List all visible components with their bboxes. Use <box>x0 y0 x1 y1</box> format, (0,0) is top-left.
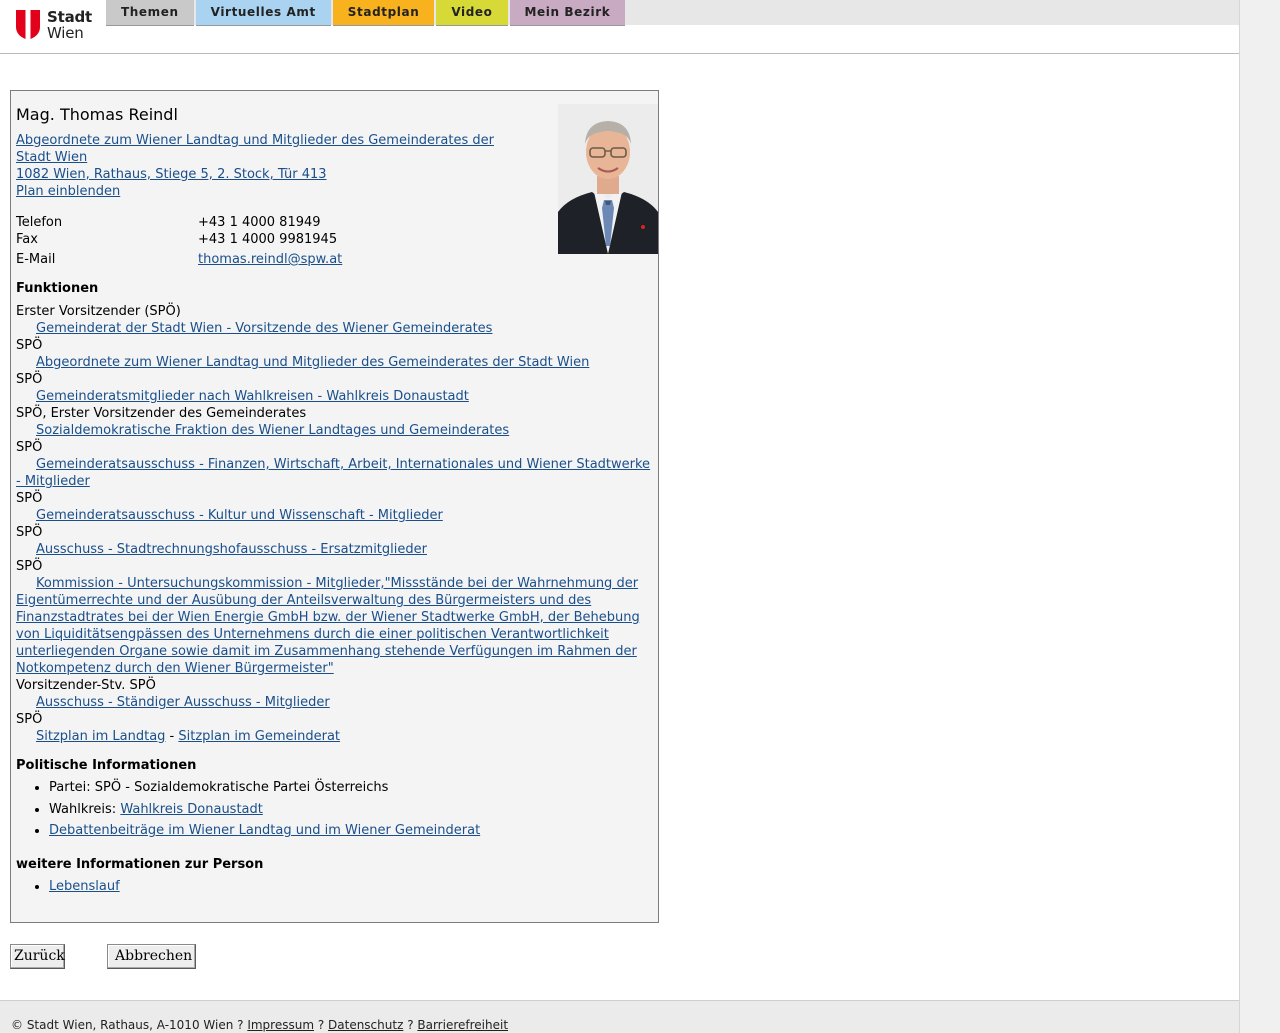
address-link-street[interactable]: 1082 Wien, Rathaus, Stiege 5, 2. Stock, … <box>16 166 516 183</box>
politische-informationen-heading: Politische Informationen <box>16 758 197 773</box>
function-role: SPÖ <box>16 440 43 455</box>
phone-label: Telefon <box>16 215 63 230</box>
main-nav: Themen Virtuelles Amt Stadtplan Video Me… <box>106 0 627 26</box>
weitere-informationen-heading: weitere Informationen zur Person <box>16 857 264 872</box>
person-photo <box>558 104 658 254</box>
portrait-image <box>558 104 658 254</box>
function-role: SPÖ <box>16 712 43 727</box>
nav-tab-stadtplan[interactable]: Stadtplan <box>332 0 435 26</box>
person-card: Mag. Thomas Reindl Abgeordnete zum Wiene… <box>10 90 659 923</box>
stadt-wien-logo[interactable]: Stadt Wien <box>16 9 92 42</box>
plan-einblenden-link[interactable]: Plan einblenden <box>16 183 516 200</box>
lebenslauf-item: Lebenslauf <box>49 876 120 897</box>
phone-value: +43 1 4000 81949 <box>198 215 321 230</box>
funktionen-list: Erster Vorsitzender (SPÖ) Gemeinderat de… <box>16 303 656 745</box>
sitzplan-landtag-link[interactable]: Sitzplan im Landtag <box>36 729 165 744</box>
person-name: Mag. Thomas Reindl <box>16 105 178 124</box>
function-org-link[interactable]: Ausschuss - Stadtrechnungshofausschuss -… <box>36 542 427 557</box>
datenschutz-link[interactable]: Datenschutz <box>328 1018 403 1032</box>
sitzplan-separator: - <box>165 729 179 744</box>
debatten-item: Debattenbeiträge im Wiener Landtag und i… <box>49 820 480 842</box>
wahlkreis-item: Wahlkreis: Wahlkreis Donaustadt <box>49 799 480 821</box>
weitere-informationen-list: Lebenslauf <box>16 876 120 897</box>
footer-separator: ? <box>233 1018 248 1032</box>
partei-text: Partei: SPÖ - Sozialdemokratische Partei… <box>49 780 389 795</box>
site-footer: © Stadt Wien, Rathaus, A-1010 Wien ? Imp… <box>0 1000 1239 1033</box>
function-role: SPÖ <box>16 525 43 540</box>
funktionen-heading: Funktionen <box>16 281 99 296</box>
sitzplan-links: Sitzplan im Landtag - Sitzplan im Gemein… <box>16 728 656 745</box>
function-org-link[interactable]: Gemeinderatsausschuss - Kultur und Wisse… <box>36 508 443 523</box>
fax-label: Fax <box>16 232 38 247</box>
function-org-link[interactable]: Gemeinderat der Stadt Wien - Vorsitzende… <box>36 321 492 336</box>
function-role: SPÖ <box>16 559 43 574</box>
function-org-link[interactable]: Ausschuss - Ständiger Ausschuss - Mitgli… <box>36 695 330 710</box>
wien-shield-icon <box>16 10 40 40</box>
cancel-button[interactable]: Abbrechen <box>107 944 196 969</box>
debattenbeitraege-link[interactable]: Debattenbeiträge im Wiener Landtag und i… <box>49 823 480 838</box>
site-header: Stadt Wien Themen Virtuelles Amt Stadtpl… <box>0 0 1239 54</box>
address-link-office[interactable]: Abgeordnete zum Wiener Landtag und Mitgl… <box>16 132 516 166</box>
politische-informationen-list: Partei: SPÖ - Sozialdemokratische Partei… <box>16 777 480 842</box>
sitzplan-gemeinderat-link[interactable]: Sitzplan im Gemeinderat <box>178 729 340 744</box>
function-role: SPÖ <box>16 372 43 387</box>
footer-copyright: © Stadt Wien, Rathaus, A-1010 Wien <box>11 1018 234 1032</box>
function-org-link[interactable]: Gemeinderatsmitglieder nach Wahlkreisen … <box>36 389 469 404</box>
nav-tab-themen[interactable]: Themen <box>106 0 194 26</box>
back-button[interactable]: Zurück <box>10 944 65 969</box>
scrollbar-gutter[interactable] <box>1239 0 1280 1033</box>
function-org-link[interactable]: Sozialdemokratische Fraktion des Wiener … <box>36 423 509 438</box>
function-role: Vorsitzender-Stv. SPÖ <box>16 678 156 693</box>
footer-text: © Stadt Wien, Rathaus, A-1010 Wien ? Imp… <box>11 1018 508 1032</box>
function-org-link[interactable]: Kommission - Untersuchungskommission - M… <box>16 576 640 676</box>
nav-tab-virtuelles-amt[interactable]: Virtuelles Amt <box>195 0 331 26</box>
logo-line-1: Stadt <box>47 8 93 26</box>
address-block: Abgeordnete zum Wiener Landtag und Mitgl… <box>16 132 516 200</box>
nav-tab-video[interactable]: Video <box>436 0 508 26</box>
logo-line-2: Wien <box>47 24 84 42</box>
partei-item: Partei: SPÖ - Sozialdemokratische Partei… <box>49 777 480 799</box>
email-link[interactable]: thomas.reindl@spw.at <box>198 251 342 268</box>
wahlkreis-label: Wahlkreis: <box>49 801 121 817</box>
function-org-link[interactable]: Abgeordnete zum Wiener Landtag und Mitgl… <box>36 355 589 370</box>
footer-separator: ? <box>314 1018 329 1032</box>
impressum-link[interactable]: Impressum <box>247 1018 314 1032</box>
fax-value: +43 1 4000 9981945 <box>198 232 338 247</box>
barrierefreiheit-link[interactable]: Barrierefreiheit <box>417 1018 508 1032</box>
email-label: E-Mail <box>16 252 56 267</box>
function-org-link[interactable]: Gemeinderatsausschuss - Finanzen, Wirtsc… <box>16 457 650 489</box>
function-role: SPÖ <box>16 491 43 506</box>
logo-wordmark: Stadt Wien <box>47 9 92 41</box>
footer-separator: ? <box>403 1018 418 1032</box>
wahlkreis-link[interactable]: Wahlkreis Donaustadt <box>120 802 263 817</box>
function-role: SPÖ <box>16 338 43 353</box>
nav-tab-mein-bezirk[interactable]: Mein Bezirk <box>509 0 626 26</box>
function-role: SPÖ, Erster Vorsitzender des Gemeinderat… <box>16 406 307 421</box>
function-role: Erster Vorsitzender (SPÖ) <box>16 304 181 319</box>
page: Stadt Wien Themen Virtuelles Amt Stadtpl… <box>0 0 1239 1033</box>
lebenslauf-link[interactable]: Lebenslauf <box>49 879 120 894</box>
